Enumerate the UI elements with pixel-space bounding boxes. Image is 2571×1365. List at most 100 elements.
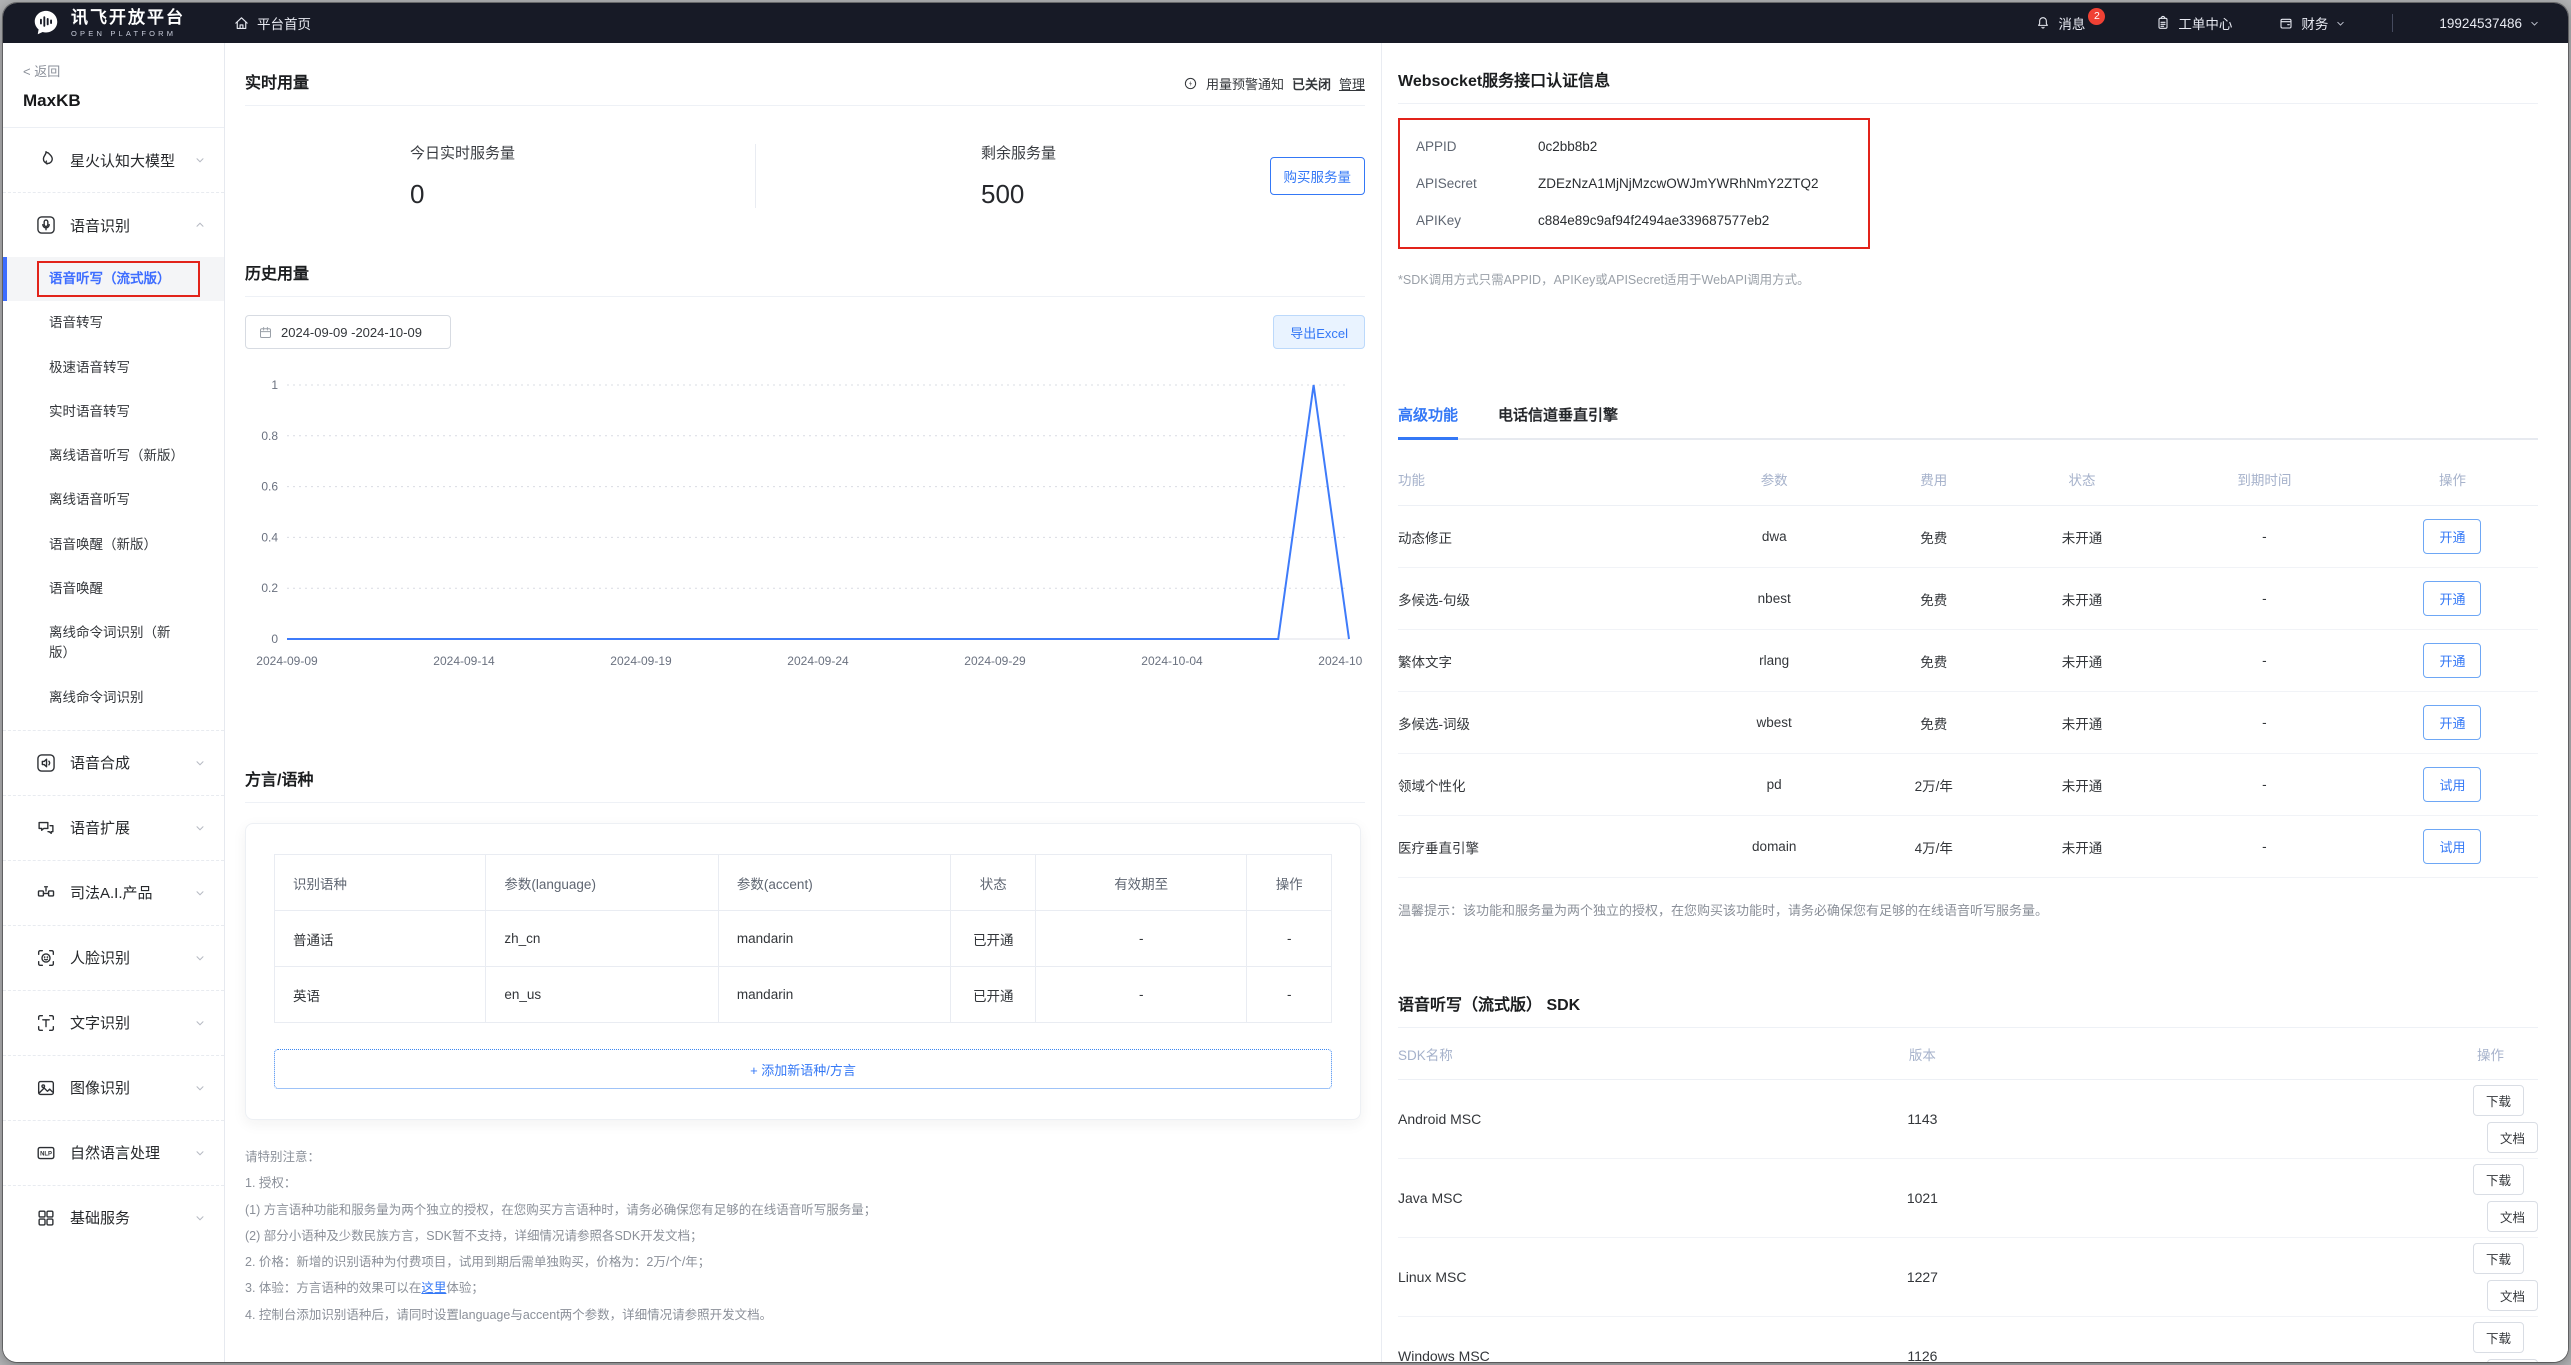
appid-label: APPID [1416, 139, 1538, 154]
activate-button[interactable]: 开通 [2423, 705, 2481, 740]
sidebar-item[interactable]: 离线语音听写 [3, 478, 224, 522]
download-button[interactable]: 下载 [2473, 1085, 2524, 1116]
usage-alert-icon [1183, 76, 1198, 91]
table-cell: zh_cn [486, 911, 719, 967]
download-button[interactable]: 下载 [2473, 1164, 2524, 1195]
iflytek-logo-icon [31, 8, 61, 38]
sidebar-category-1[interactable]: 语音识别 [3, 193, 224, 257]
export-excel-button[interactable]: 导出Excel [1273, 315, 1365, 349]
sidebar-section: 图像识别 [3, 1055, 224, 1120]
svg-text:2024-09-29: 2024-09-29 [964, 654, 1026, 668]
nav-messages-label: 消息 [2058, 13, 2085, 33]
sidebar-category-2[interactable]: 语音合成 [3, 731, 224, 795]
sidebar-item[interactable]: 语音唤醒 [3, 567, 224, 611]
messages-badge: 2 [2088, 8, 2105, 25]
sidebar-item[interactable]: 极速语音转写 [3, 346, 224, 390]
platform-logo[interactable]: 讯飞开放平台 OPEN PLATFORM [31, 8, 185, 38]
column-header: 到期时间 [2162, 469, 2367, 489]
back-link[interactable]: < 返回 [3, 57, 224, 82]
stat-remaining-label: 剩余服务量 [981, 142, 1186, 163]
doc-button[interactable]: 文档 [2487, 1280, 2538, 1311]
sidebar-item[interactable]: 离线命令词识别 [3, 676, 224, 720]
stat-remaining: 剩余服务量 500 [756, 142, 1186, 210]
stat-today-label: 今日实时服务量 [410, 142, 755, 163]
experience-here-link[interactable]: 这里 [421, 1281, 446, 1295]
sidebar-category-9[interactable]: 基础服务 [3, 1186, 224, 1250]
feature-status: 未开通 [2002, 775, 2162, 795]
sidebar-section: 语音合成 [3, 730, 224, 795]
table-cell: mandarin [718, 967, 951, 1023]
chevron-down-icon [194, 1082, 206, 1094]
add-language-button[interactable]: + 添加新语种/方言 [274, 1049, 1332, 1089]
sidebar-item[interactable]: 语音转写 [3, 301, 224, 345]
feature-name: 领域个性化 [1398, 775, 1683, 795]
sidebar-category-8[interactable]: NLP自然语言处理 [3, 1121, 224, 1185]
trial-button[interactable]: 试用 [2423, 767, 2481, 802]
svg-text:0.4: 0.4 [261, 530, 278, 544]
column-header: 状态 [951, 855, 1036, 911]
sidebar-item[interactable]: 语音唤醒（新版） [3, 523, 224, 567]
sidebar-item-label: 语音唤醒 [49, 581, 103, 596]
sidebar-category-0[interactable]: 星火认知大模型 [3, 128, 224, 192]
sidebar-item-label: 语音转写 [49, 315, 103, 330]
date-range-picker[interactable]: 2024-09-09 -2024-10-09 [245, 315, 451, 349]
feature-row: 领域个性化pd2万/年未开通-试用 [1398, 754, 2538, 816]
sidebar-category-4[interactable]: 司法A.I.产品 [3, 861, 224, 925]
wallet-icon [2278, 15, 2294, 31]
column-header: 参数(language) [486, 855, 719, 911]
buy-quota-button[interactable]: 购买服务量 [1270, 157, 1366, 195]
sidebar-category-6[interactable]: 文字识别 [3, 991, 224, 1055]
tab-advanced-features[interactable]: 高级功能 [1398, 404, 1458, 438]
sidebar-item-label: 离线语音听写 [49, 492, 130, 507]
sidebar-category-label: 语音扩展 [70, 817, 194, 838]
chevron-down-icon [194, 822, 206, 834]
doc-button[interactable]: 文档 [2487, 1359, 2538, 1362]
nav-messages[interactable]: 消息 2 [2035, 13, 2109, 33]
doc-button[interactable]: 文档 [2487, 1122, 2538, 1153]
nav-finance-label: 财务 [2301, 13, 2328, 33]
appid-row: APPID 0c2bb8b2 [1416, 128, 1852, 165]
sidebar-section: 人脸识别 [3, 925, 224, 990]
feature-row: 多候选-句级nbest免费未开通-开通 [1398, 568, 2538, 630]
feature-status: 未开通 [2002, 651, 2162, 671]
sidebar-item[interactable]: 离线命令词识别（新版） [3, 611, 224, 676]
active-indicator-bar [3, 257, 7, 301]
sidebar-category-7[interactable]: 图像识别 [3, 1056, 224, 1120]
sidebar-item[interactable]: 实时语音转写 [3, 390, 224, 434]
sidebar-category-label: 语音合成 [70, 752, 194, 773]
trial-button[interactable]: 试用 [2423, 829, 2481, 864]
doc-button[interactable]: 文档 [2487, 1201, 2538, 1232]
download-button[interactable]: 下载 [2473, 1322, 2524, 1353]
sidebar-category-3[interactable]: 语音扩展 [3, 796, 224, 860]
activate-button[interactable]: 开通 [2423, 519, 2481, 554]
account-menu[interactable]: 19924537486 [2439, 16, 2540, 31]
table-row: 普通话zh_cnmandarin已开通-- [275, 911, 1332, 967]
usage-alert-label: 用量预警通知 [1206, 74, 1284, 93]
sidebar-item[interactable]: 离线语音听写（新版） [3, 434, 224, 478]
note-line: 3. 体验：方言语种的效果可以在这里体验； [245, 1275, 1365, 1301]
feature-fee: 免费 [1865, 651, 2002, 671]
column-header: 操作 [2082, 1044, 2538, 1064]
svg-text:2024-09-09: 2024-09-09 [256, 654, 318, 668]
usage-alert-manage-link[interactable]: 管理 [1339, 74, 1365, 93]
brand-subtitle: OPEN PLATFORM [71, 29, 185, 38]
tab-telephone-engine[interactable]: 电话信道垂直引擎 [1498, 404, 1618, 438]
nav-tickets[interactable]: 工单中心 [2155, 13, 2232, 33]
nav-home[interactable]: 平台首页 [233, 13, 311, 33]
download-button[interactable]: 下载 [2473, 1243, 2524, 1274]
stat-remaining-value: 500 [981, 179, 1186, 210]
dialect-card: 识别语种参数(language)参数(accent)状态有效期至操作 普通话zh… [245, 823, 1361, 1120]
sidebar-category-5[interactable]: 人脸识别 [3, 926, 224, 990]
app-name: MaxKB [3, 82, 224, 127]
activate-button[interactable]: 开通 [2423, 643, 2481, 678]
api-credentials-box: APPID 0c2bb8b2 APISecret ZDEzNzA1MjNjMzc… [1398, 118, 1870, 249]
justice-ai-icon [35, 882, 57, 904]
activate-button[interactable]: 开通 [2423, 581, 2481, 616]
sidebar-item-active[interactable]: 语音听写（流式版） [3, 257, 224, 301]
speaker-icon [35, 752, 57, 774]
top-navbar: 讯飞开放平台 OPEN PLATFORM 平台首页 消息 2 工单 [3, 3, 2568, 43]
nav-finance[interactable]: 财务 [2278, 13, 2346, 33]
svg-text:2024-10-09: 2024-10-09 [1318, 654, 1363, 668]
sidebar-category-label: 基础服务 [70, 1207, 194, 1228]
chevron-down-icon [194, 1017, 206, 1029]
